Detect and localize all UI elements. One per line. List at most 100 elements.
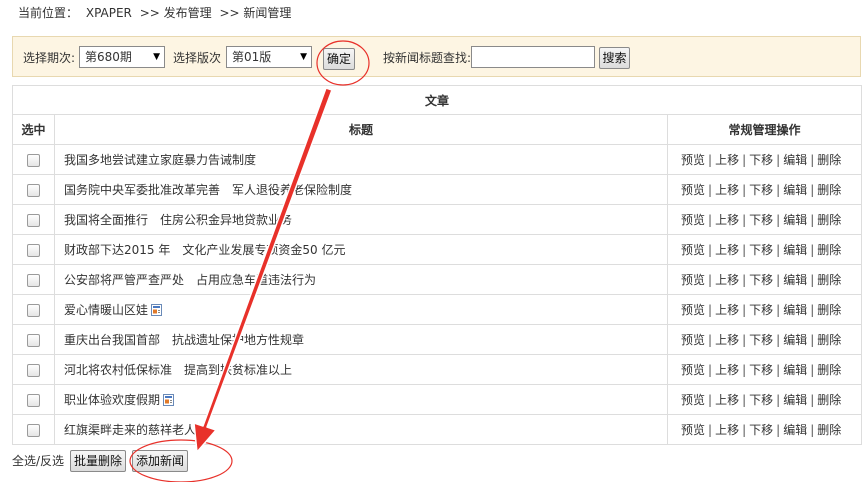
edit-link[interactable]: 编辑 bbox=[783, 423, 807, 437]
row-title[interactable]: 国务院中央军委批准改革完善 军人退役养老保险制度 bbox=[64, 183, 352, 197]
document-icon[interactable] bbox=[163, 394, 175, 406]
move-down-link[interactable]: 下移 bbox=[749, 303, 773, 317]
delete-link[interactable]: 删除 bbox=[817, 273, 841, 287]
action-separator: | bbox=[708, 243, 713, 257]
move-up-link[interactable]: 上移 bbox=[715, 393, 739, 407]
edit-link[interactable]: 编辑 bbox=[783, 333, 807, 347]
edit-link[interactable]: 编辑 bbox=[783, 363, 807, 377]
edit-link[interactable]: 编辑 bbox=[783, 153, 807, 167]
row-actions-cell: 预览 | 上移 | 下移 | 编辑 | 删除 bbox=[666, 414, 862, 445]
move-up-link[interactable]: 上移 bbox=[715, 183, 739, 197]
row-title[interactable]: 我国多地尝试建立家庭暴力告诫制度 bbox=[64, 153, 256, 167]
document-icon[interactable] bbox=[151, 304, 163, 316]
move-up-link[interactable]: 上移 bbox=[715, 333, 739, 347]
row-checkbox[interactable] bbox=[27, 333, 40, 347]
row-title[interactable]: 我国将全面推行 住房公积金异地贷款业务 bbox=[64, 213, 292, 227]
edit-link[interactable]: 编辑 bbox=[783, 213, 807, 227]
edit-link[interactable]: 编辑 bbox=[783, 183, 807, 197]
batch-delete-button[interactable]: 批量删除 bbox=[70, 450, 126, 472]
preview-link[interactable]: 预览 bbox=[681, 183, 705, 197]
move-down-link[interactable]: 下移 bbox=[749, 423, 773, 437]
table-row: 红旗渠畔走来的慈祥老人 预览 | 上移 | 下移 | 编辑 | 删除 bbox=[12, 414, 862, 445]
move-down-link[interactable]: 下移 bbox=[749, 243, 773, 257]
delete-link[interactable]: 删除 bbox=[817, 363, 841, 377]
row-checkbox[interactable] bbox=[27, 393, 40, 407]
delete-link[interactable]: 删除 bbox=[817, 303, 841, 317]
preview-link[interactable]: 预览 bbox=[681, 393, 705, 407]
delete-link[interactable]: 删除 bbox=[817, 213, 841, 227]
row-actions-cell: 预览 | 上移 | 下移 | 编辑 | 删除 bbox=[666, 324, 862, 355]
preview-link[interactable]: 预览 bbox=[681, 273, 705, 287]
move-up-link[interactable]: 上移 bbox=[715, 153, 739, 167]
move-down-link[interactable]: 下移 bbox=[749, 333, 773, 347]
row-checkbox[interactable] bbox=[27, 183, 40, 197]
action-separator: | bbox=[742, 333, 747, 347]
add-news-button[interactable]: 添加新闻 bbox=[132, 450, 188, 472]
search-button[interactable]: 搜索 bbox=[599, 47, 630, 69]
row-checkbox[interactable] bbox=[27, 423, 40, 437]
move-up-link[interactable]: 上移 bbox=[715, 273, 739, 287]
action-separator: | bbox=[810, 363, 815, 377]
action-separator: | bbox=[708, 183, 713, 197]
row-title[interactable]: 重庆出台我国首部 抗战遗址保护地方性规章 bbox=[64, 333, 304, 347]
move-up-link[interactable]: 上移 bbox=[715, 213, 739, 227]
delete-link[interactable]: 删除 bbox=[817, 393, 841, 407]
move-up-link[interactable]: 上移 bbox=[715, 303, 739, 317]
row-select-cell bbox=[12, 414, 55, 445]
period-select[interactable]: 第680期 ▼ bbox=[79, 46, 165, 68]
row-checkbox[interactable] bbox=[27, 243, 40, 257]
delete-link[interactable]: 删除 bbox=[817, 423, 841, 437]
row-checkbox[interactable] bbox=[27, 273, 40, 287]
select-all-toggle[interactable]: 全选/反选 bbox=[12, 452, 64, 469]
move-down-link[interactable]: 下移 bbox=[749, 183, 773, 197]
delete-link[interactable]: 删除 bbox=[817, 153, 841, 167]
row-title[interactable]: 河北将农村低保标准 提高到扶贫标准以上 bbox=[64, 363, 292, 377]
edit-link[interactable]: 编辑 bbox=[783, 273, 807, 287]
breadcrumb-item-home[interactable]: XPAPER bbox=[86, 6, 132, 20]
row-title[interactable]: 财政部下达2015 年 文化产业发展专项资金50 亿元 bbox=[64, 243, 345, 257]
row-title[interactable]: 职业体验欢度假期 bbox=[64, 393, 160, 407]
row-checkbox[interactable] bbox=[27, 213, 40, 227]
table-caption: 文章 bbox=[11, 85, 862, 115]
delete-link[interactable]: 删除 bbox=[817, 243, 841, 257]
move-down-link[interactable]: 下移 bbox=[749, 393, 773, 407]
row-select-cell bbox=[12, 324, 55, 355]
move-up-link[interactable]: 上移 bbox=[715, 423, 739, 437]
edition-select[interactable]: 第01版 ▼ bbox=[226, 46, 312, 68]
search-input[interactable] bbox=[471, 46, 595, 68]
move-down-link[interactable]: 下移 bbox=[749, 213, 773, 227]
preview-link[interactable]: 预览 bbox=[681, 363, 705, 377]
action-separator: | bbox=[742, 363, 747, 377]
edit-link[interactable]: 编辑 bbox=[783, 243, 807, 257]
preview-link[interactable]: 预览 bbox=[681, 423, 705, 437]
row-title[interactable]: 红旗渠畔走来的慈祥老人 bbox=[64, 423, 196, 437]
row-checkbox[interactable] bbox=[27, 303, 40, 317]
period-label: 选择期次: bbox=[23, 51, 76, 65]
breadcrumb-item-news[interactable]: >> 新闻管理 bbox=[220, 6, 292, 20]
preview-link[interactable]: 预览 bbox=[681, 153, 705, 167]
move-up-link[interactable]: 上移 bbox=[715, 243, 739, 257]
action-separator: | bbox=[742, 273, 747, 287]
edit-link[interactable]: 编辑 bbox=[783, 303, 807, 317]
row-title[interactable]: 公安部将严管严查严处 占用应急车道违法行为 bbox=[64, 273, 316, 287]
delete-link[interactable]: 删除 bbox=[817, 183, 841, 197]
move-down-link[interactable]: 下移 bbox=[749, 153, 773, 167]
action-separator: | bbox=[776, 273, 781, 287]
preview-link[interactable]: 预览 bbox=[681, 333, 705, 347]
edit-link[interactable]: 编辑 bbox=[783, 393, 807, 407]
column-header-actions: 常规管理操作 bbox=[666, 114, 862, 145]
move-up-link[interactable]: 上移 bbox=[715, 363, 739, 377]
action-separator: | bbox=[776, 213, 781, 227]
move-down-link[interactable]: 下移 bbox=[749, 363, 773, 377]
move-down-link[interactable]: 下移 bbox=[749, 273, 773, 287]
preview-link[interactable]: 预览 bbox=[681, 303, 705, 317]
table-row: 国务院中央军委批准改革完善 军人退役养老保险制度 预览 | 上移 | 下移 | 编辑 | 删除 bbox=[12, 174, 862, 205]
delete-link[interactable]: 删除 bbox=[817, 333, 841, 347]
row-checkbox[interactable] bbox=[27, 363, 40, 377]
preview-link[interactable]: 预览 bbox=[681, 243, 705, 257]
breadcrumb-item-publish[interactable]: >> 发布管理 bbox=[140, 6, 212, 20]
row-checkbox[interactable] bbox=[27, 153, 40, 167]
row-title[interactable]: 爱心情暖山区娃 bbox=[64, 303, 148, 317]
preview-link[interactable]: 预览 bbox=[681, 213, 705, 227]
confirm-button[interactable]: 确定 bbox=[323, 48, 355, 70]
